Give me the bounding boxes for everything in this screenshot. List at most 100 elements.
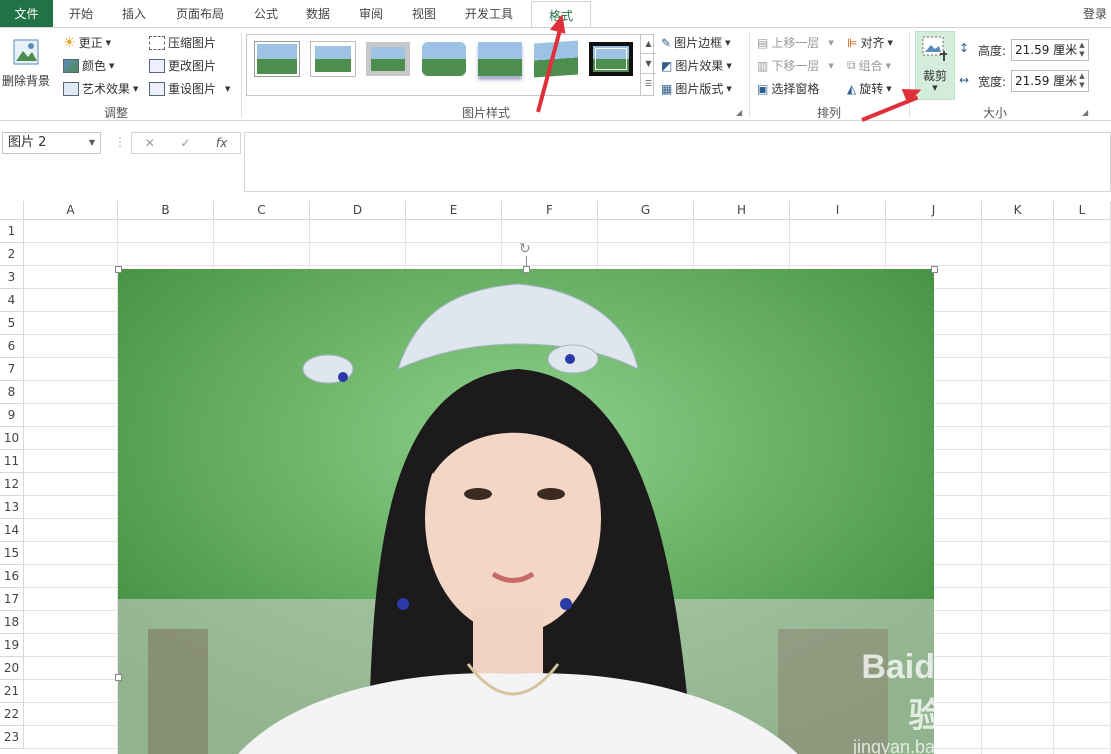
row-header[interactable]: 6	[0, 335, 24, 358]
row-header[interactable]: 5	[0, 312, 24, 335]
column-header[interactable]: C	[214, 201, 310, 220]
insert-function-icon[interactable]: fx	[216, 136, 227, 150]
height-input[interactable]: 21.59 厘米 ▲ ▼	[1011, 39, 1089, 61]
gallery-down-icon[interactable]: ▼	[641, 54, 656, 74]
column-header[interactable]: L	[1054, 201, 1111, 220]
login-link[interactable]: 登录	[1083, 0, 1107, 27]
row-header[interactable]: 8	[0, 381, 24, 404]
column-header[interactable]: J	[886, 201, 982, 220]
cancel-icon[interactable]: ✕	[145, 136, 155, 150]
compress-pictures-button[interactable]: 压缩图片	[149, 34, 216, 51]
column-header[interactable]: F	[502, 201, 598, 220]
style-thumbnail[interactable]	[366, 42, 410, 76]
resize-handle[interactable]	[523, 266, 530, 273]
send-backward-button[interactable]: ▥ 下移一层 ▼	[757, 57, 834, 74]
dialog-launcher-icon[interactable]: ◢	[1082, 108, 1088, 117]
style-thumbnail[interactable]	[311, 42, 355, 76]
rotate-handle-icon[interactable]: ↻	[519, 241, 531, 257]
row-header[interactable]: 14	[0, 519, 24, 542]
selection-pane-button[interactable]: ▣ 选择窗格	[757, 80, 819, 97]
change-picture-button[interactable]: 更改图片	[149, 57, 216, 74]
row-header[interactable]: 12	[0, 473, 24, 496]
tab-page-layout[interactable]: 页面布局	[176, 0, 224, 27]
gridline	[24, 242, 1111, 243]
resize-handle[interactable]	[931, 266, 938, 273]
row-header[interactable]: 15	[0, 542, 24, 565]
row-header[interactable]: 19	[0, 634, 24, 657]
dropdown-arrow-icon: ▼	[886, 84, 892, 93]
tab-insert[interactable]: 插入	[122, 0, 146, 27]
row-header[interactable]: 17	[0, 588, 24, 611]
resize-handle[interactable]	[115, 266, 122, 273]
gallery-more-icon[interactable]: ☰	[641, 74, 656, 94]
picture-styles-group-label: 图片样式	[462, 106, 511, 120]
tab-developer[interactable]: 开发工具	[465, 0, 513, 27]
formula-bar: 图片 2 ▼ ⋮ ✕ ✓ fx	[0, 131, 1111, 193]
height-spinner[interactable]: ▲ ▼	[1077, 41, 1087, 59]
column-header[interactable]: E	[406, 201, 502, 220]
inserted-picture[interactable]: Baidu经验 jingyan.baidu.com	[118, 269, 934, 754]
column-header[interactable]: D	[310, 201, 406, 220]
bring-forward-button[interactable]: ▤ 上移一层 ▼	[757, 34, 834, 51]
row-header[interactable]: 23	[0, 726, 24, 749]
tab-view[interactable]: 视图	[412, 0, 436, 27]
row-header[interactable]: 7	[0, 358, 24, 381]
group-button[interactable]: ⧉ 组合 ▼	[847, 57, 891, 74]
row-header[interactable]: 16	[0, 565, 24, 588]
artistic-effects-button[interactable]: 艺术效果 ▼	[63, 80, 138, 97]
name-box[interactable]: 图片 2 ▼	[2, 132, 101, 154]
row-header[interactable]: 3	[0, 266, 24, 289]
rotate-handle-stem	[526, 256, 527, 267]
row-header[interactable]: 2	[0, 243, 24, 266]
formula-input[interactable]	[244, 132, 1111, 192]
tab-data[interactable]: 数据	[306, 0, 330, 27]
tab-file[interactable]: 文件	[0, 0, 53, 27]
column-header[interactable]: A	[24, 201, 118, 220]
tab-home[interactable]: 开始	[69, 0, 93, 27]
row-header[interactable]: 18	[0, 611, 24, 634]
group-icon: ⧉	[847, 58, 856, 72]
align-button[interactable]: ⊫ 对齐 ▼	[847, 34, 893, 51]
picture-layout-button[interactable]: ▦ 图片版式 ▼	[661, 80, 732, 97]
dropdown-arrow-icon: ▼	[88, 138, 95, 147]
row-header[interactable]: 11	[0, 450, 24, 473]
column-header[interactable]: K	[982, 201, 1054, 220]
reset-picture-button[interactable]: 重设图片 ▼	[149, 80, 230, 97]
gallery-up-icon[interactable]: ▲	[641, 34, 656, 54]
row-header[interactable]: 4	[0, 289, 24, 312]
selection-pane-icon: ▣	[757, 81, 769, 96]
width-input[interactable]: 21.59 厘米 ▲ ▼	[1011, 70, 1089, 92]
style-thumbnail[interactable]	[422, 42, 466, 76]
row-header[interactable]: 21	[0, 680, 24, 703]
column-header[interactable]: G	[598, 201, 694, 220]
tab-review[interactable]: 审阅	[359, 0, 383, 27]
tab-formulas[interactable]: 公式	[254, 0, 278, 27]
corrections-button[interactable]: ☀ 更正 ▼	[63, 34, 111, 51]
column-header[interactable]: I	[790, 201, 886, 220]
row-header[interactable]: 13	[0, 496, 24, 519]
color-button[interactable]: 颜色 ▼	[63, 57, 114, 74]
picture-border-button[interactable]: ✎ 图片边框 ▼	[661, 34, 730, 51]
row-header[interactable]: 22	[0, 703, 24, 726]
rotate-button[interactable]: ◭ 旋转 ▼	[847, 80, 892, 97]
enter-icon[interactable]: ✓	[180, 136, 190, 150]
style-thumbnail[interactable]	[589, 42, 633, 76]
row-header[interactable]: 1	[0, 220, 24, 243]
picture-effects-button[interactable]: ◩ 图片效果 ▼	[661, 57, 732, 74]
column-header[interactable]: H	[694, 201, 790, 220]
bring-forward-icon: ▤	[757, 35, 769, 50]
row-header[interactable]: 9	[0, 404, 24, 427]
resize-handle[interactable]	[115, 674, 122, 681]
dialog-launcher-icon[interactable]: ◢	[736, 108, 742, 117]
row-header[interactable]: 10	[0, 427, 24, 450]
width-label: 宽度:	[978, 75, 1007, 89]
remove-background-button[interactable]: 删除背景	[2, 33, 50, 99]
width-spinner[interactable]: ▲ ▼	[1077, 72, 1087, 90]
column-header[interactable]: B	[118, 201, 214, 220]
style-thumbnail[interactable]	[478, 42, 522, 76]
style-thumbnail[interactable]	[255, 42, 299, 76]
select-all-corner[interactable]	[0, 201, 24, 220]
remove-background-label: 删除背景	[2, 74, 51, 88]
adjust-group-label: 调整	[104, 106, 129, 120]
row-header[interactable]: 20	[0, 657, 24, 680]
